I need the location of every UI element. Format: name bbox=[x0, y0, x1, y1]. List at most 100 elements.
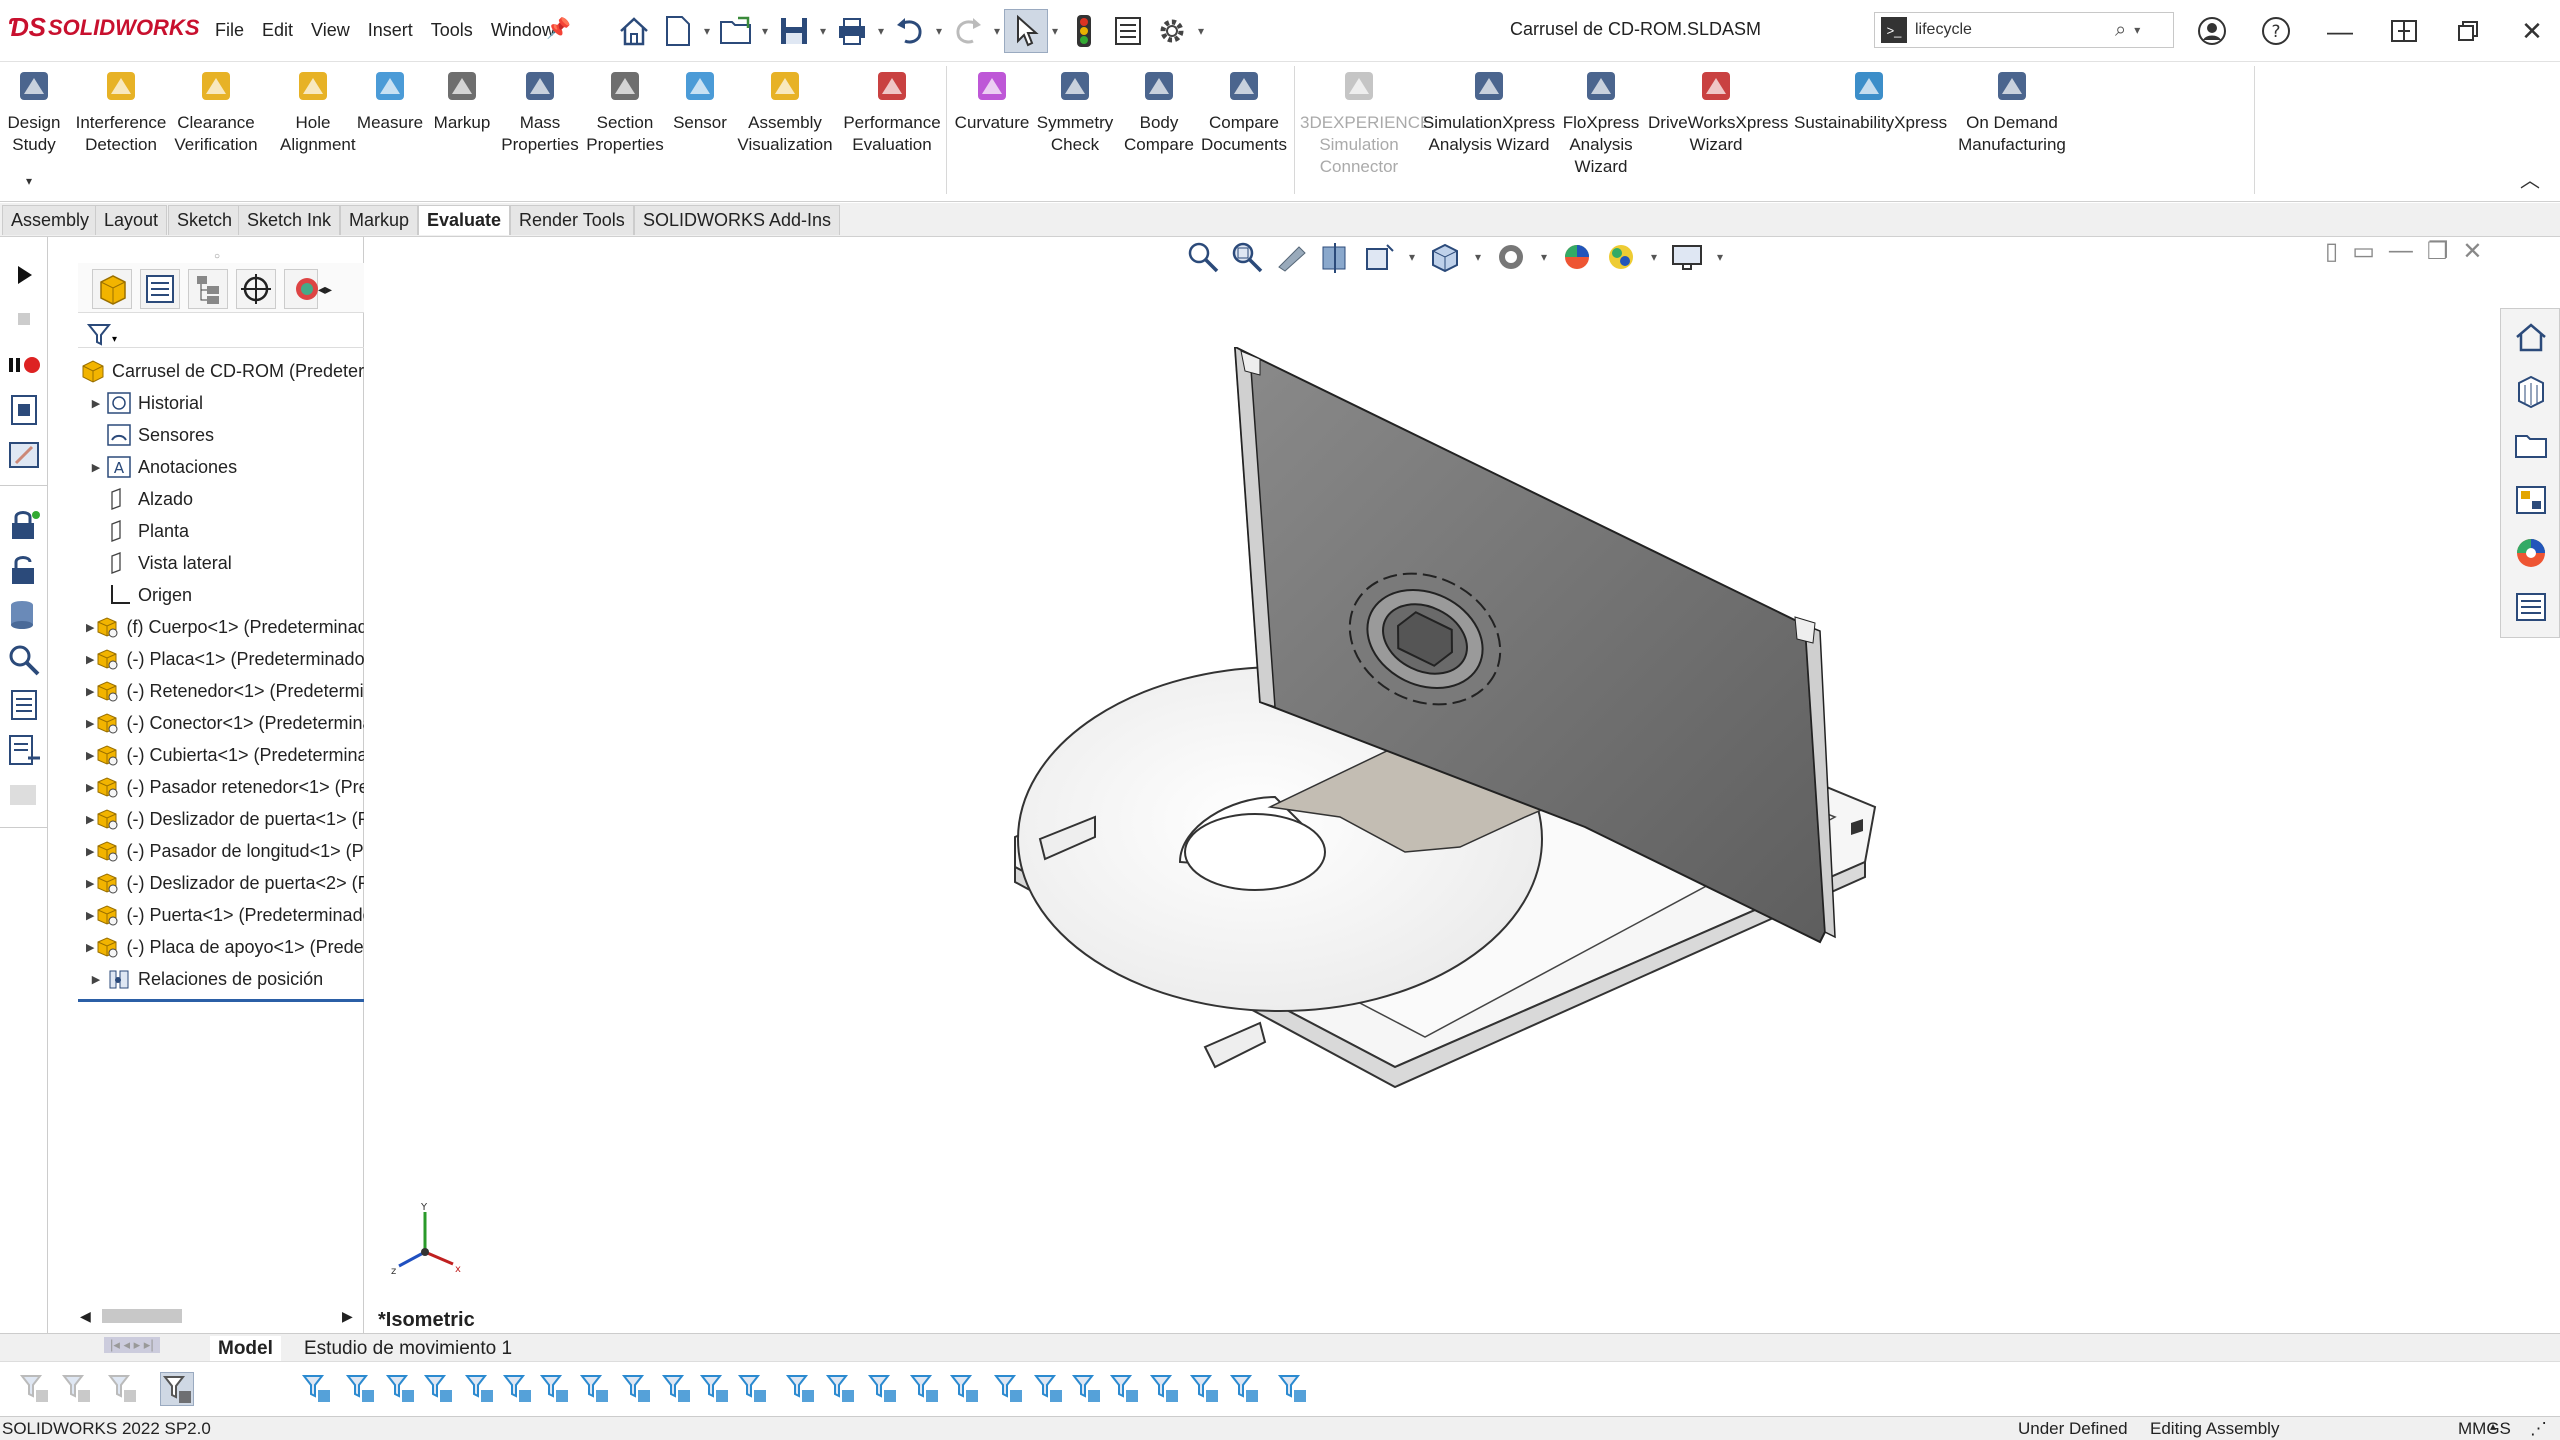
hole-alignment-button[interactable]: Hole Alignment bbox=[280, 66, 356, 156]
performance-evaluation-button[interactable]: Performance Evaluation bbox=[840, 66, 944, 156]
chevron-down-icon[interactable]: ▾ bbox=[1405, 250, 1419, 264]
rebuild-traffic-light-icon[interactable] bbox=[1062, 9, 1106, 53]
chevron-down-icon[interactable]: ▾ bbox=[874, 24, 888, 38]
display-style-icon[interactable] bbox=[1493, 239, 1529, 275]
filter-faces-icon[interactable] bbox=[384, 1372, 418, 1406]
solidworks-logo[interactable]: ƊS SOLIDWORKS bbox=[8, 12, 200, 43]
view-settings-monitor-icon[interactable] bbox=[1669, 239, 1705, 275]
tab-solidworks-add-ins[interactable]: SOLIDWORKS Add-Ins bbox=[634, 205, 841, 235]
chevron-down-icon[interactable]: ▾ bbox=[758, 24, 772, 38]
options-gear-icon[interactable] bbox=[1150, 9, 1194, 53]
dynamic-annotation-views-icon[interactable] bbox=[1361, 239, 1397, 275]
tree-node[interactable]: ▶ (-) Cubierta<1> (Predeterminado<Predete… bbox=[78, 739, 364, 771]
expand-arrow-icon[interactable]: ▶ bbox=[86, 397, 106, 410]
tab-layout[interactable]: Layout bbox=[95, 205, 168, 235]
cd-rom-carousel-model[interactable] bbox=[1005, 347, 2265, 1107]
tree-node[interactable]: ▶ Historial bbox=[78, 387, 364, 419]
database-icon[interactable] bbox=[6, 597, 42, 633]
markup-button[interactable]: Markup bbox=[428, 66, 496, 134]
file-explorer-icon[interactable] bbox=[2513, 427, 2549, 463]
filter-solid-bodies-icon[interactable] bbox=[463, 1372, 497, 1406]
tree-node[interactable]: Vista lateral bbox=[78, 547, 364, 579]
expand-arrow-icon[interactable]: ▶ bbox=[86, 941, 94, 954]
design-library-icon[interactable] bbox=[2513, 373, 2549, 409]
filter-axes-icon[interactable] bbox=[501, 1372, 535, 1406]
expand-arrow-icon[interactable]: ▶ bbox=[86, 685, 94, 698]
tab-markup[interactable]: Markup bbox=[340, 205, 419, 235]
filter-midpoints-icon[interactable] bbox=[660, 1372, 694, 1406]
expand-arrow-icon[interactable]: ▶ bbox=[86, 781, 94, 794]
tree-node[interactable]: Origen bbox=[78, 579, 364, 611]
compare-documents-button[interactable]: Compare Documents bbox=[1198, 66, 1290, 156]
tab-motion-study-1[interactable]: Estudio de movimiento 1 bbox=[296, 1336, 520, 1362]
tree-node[interactable]: ▶ (-) Pasador retenedor<1> (Predeterminad… bbox=[78, 771, 364, 803]
filter-connection-points-icon[interactable] bbox=[1108, 1372, 1142, 1406]
measure-button[interactable]: Measure bbox=[355, 66, 425, 134]
dimxpert-tab-icon[interactable] bbox=[236, 269, 276, 309]
tab-evaluate[interactable]: Evaluate bbox=[418, 205, 511, 235]
tree-node[interactable]: ▶ (-) Conector<1> (Predeterminado<Predete… bbox=[78, 707, 364, 739]
tree-node[interactable]: ▶ (-) Deslizador de puerta<1> (Predetermi… bbox=[78, 803, 364, 835]
status-mode[interactable]: Editing Assembly bbox=[2150, 1419, 2279, 1439]
tree-node[interactable]: Alzado bbox=[78, 483, 364, 515]
filter-sketch-points-icon[interactable] bbox=[578, 1372, 612, 1406]
edit-appearance-icon[interactable] bbox=[1603, 239, 1639, 275]
section-properties-button[interactable]: Section Properties bbox=[578, 66, 672, 156]
undo-icon[interactable] bbox=[888, 9, 932, 53]
chevron-down-icon[interactable]: ▾ bbox=[2130, 23, 2144, 37]
previous-view-icon[interactable] bbox=[1273, 239, 1309, 275]
design-study-button[interactable]: Design Study bbox=[4, 66, 64, 156]
close-icon[interactable]: ✕ bbox=[2500, 10, 2560, 52]
chevron-down-icon[interactable]: ▾ bbox=[932, 24, 946, 38]
tree-node[interactable]: ▶ (-) Placa de apoyo<1> (Predeterminado<P… bbox=[78, 931, 364, 963]
chevron-down-icon[interactable]: ▾ bbox=[1471, 250, 1485, 264]
expand-arrow-icon[interactable]: ▶ bbox=[86, 749, 94, 762]
filter-dimensions-icon[interactable] bbox=[784, 1372, 818, 1406]
tree-node[interactable]: Planta bbox=[78, 515, 364, 547]
symmetry-check-button[interactable]: Symmetry Check bbox=[1032, 66, 1118, 156]
tree-node[interactable]: ▶ (-) Puerta<1> (Predeterminado<Predeterm… bbox=[78, 899, 364, 931]
menu-file[interactable]: File bbox=[215, 20, 244, 41]
panel-grip-icon[interactable]: ○ bbox=[214, 251, 220, 262]
menu-view[interactable]: View bbox=[311, 20, 350, 41]
redo-icon[interactable] bbox=[946, 9, 990, 53]
solidworks-resources-home-icon[interactable] bbox=[2513, 319, 2549, 355]
view-orientation-icon[interactable] bbox=[1427, 239, 1463, 275]
filter-mates-icon[interactable] bbox=[1228, 1372, 1262, 1406]
play-icon[interactable] bbox=[6, 257, 42, 293]
tab-scroll-arrows-icon[interactable]: |◂ ◂ ▸ ▸| bbox=[104, 1337, 160, 1353]
clear-filters-icon[interactable] bbox=[106, 1372, 140, 1406]
save-icon[interactable] bbox=[772, 9, 816, 53]
filter-surface-finish-icon[interactable] bbox=[824, 1372, 858, 1406]
expand-arrow-icon[interactable]: ▶ bbox=[86, 653, 94, 666]
expand-arrow-icon[interactable]: ▶ bbox=[86, 909, 94, 922]
mass-properties-button[interactable]: Mass Properties bbox=[500, 66, 580, 156]
scroll-left-icon[interactable]: ◀ bbox=[80, 1308, 91, 1325]
curvature-button[interactable]: Curvature bbox=[952, 66, 1032, 134]
tree-node[interactable]: ▶ (-) Placa<1> (Predeterminado<Predetermi… bbox=[78, 643, 364, 675]
unlock-icon[interactable] bbox=[6, 552, 42, 588]
tab-scroll-arrows-icon[interactable]: ◂▸ bbox=[318, 281, 332, 298]
zoom-to-fit-icon[interactable] bbox=[1185, 239, 1221, 275]
hide-show-items-icon[interactable] bbox=[1559, 239, 1595, 275]
property-manager-tab-icon[interactable] bbox=[140, 269, 180, 309]
home-icon[interactable] bbox=[612, 9, 656, 53]
feature-manager-tab-icon[interactable] bbox=[92, 269, 132, 309]
chevron-down-icon[interactable]: ▾ bbox=[816, 24, 830, 38]
expand-arrow-icon[interactable]: ▶ bbox=[86, 461, 106, 474]
tree-node[interactable]: ▶ A Anotaciones bbox=[78, 451, 364, 483]
tab-model[interactable]: Model bbox=[210, 1336, 281, 1362]
tab-render-tools[interactable]: Render Tools bbox=[510, 205, 634, 235]
open-folder-icon[interactable] bbox=[714, 9, 758, 53]
on-demand-manufacturing-button[interactable]: On Demand Manufacturing bbox=[1950, 66, 2074, 156]
tab-assembly[interactable]: Assembly bbox=[2, 205, 99, 235]
print-icon[interactable] bbox=[830, 9, 874, 53]
status-units[interactable]: MMGS bbox=[2458, 1419, 2511, 1439]
clearance-verification-button[interactable]: Clearance Verification bbox=[170, 66, 262, 156]
interference-detection-button[interactable]: Interference Detection bbox=[72, 66, 170, 156]
filter-routing-points-icon[interactable] bbox=[1148, 1372, 1182, 1406]
assembly-visualization-button[interactable]: Assembly Visualization bbox=[730, 66, 840, 156]
pin-icon[interactable]: 📌 bbox=[546, 16, 571, 41]
toggle-selection-filters-icon[interactable] bbox=[60, 1372, 94, 1406]
doc-minimize-icon[interactable]: — bbox=[2389, 237, 2413, 266]
